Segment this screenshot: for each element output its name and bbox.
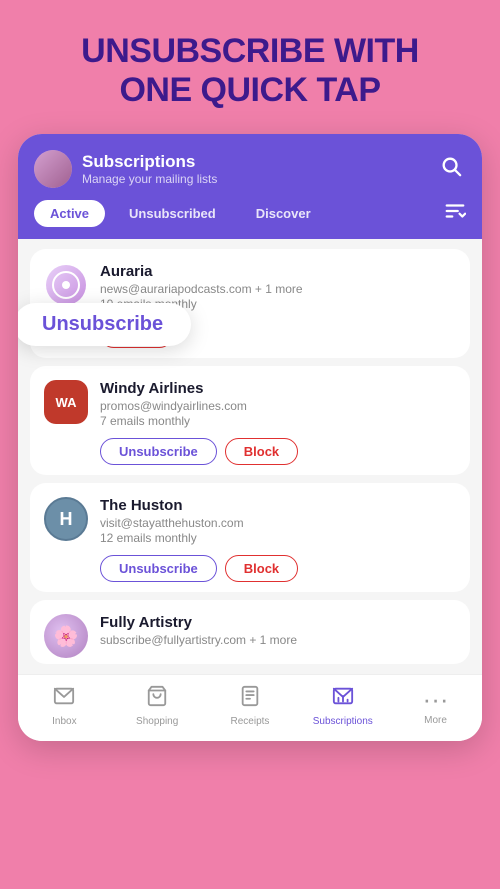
huston-name: The Huston xyxy=(100,497,244,514)
tab-discover[interactable]: Discover xyxy=(240,200,327,227)
artistry-email: subscribe@fullyartistry.com + 1 more xyxy=(100,633,297,647)
subscriptions-list: Auraria news@aurariapodcasts.com + 1 mor… xyxy=(18,239,482,674)
sort-icon[interactable] xyxy=(444,200,466,227)
app-card: Subscriptions Manage your mailing lists … xyxy=(18,134,482,741)
nav-shopping[interactable]: Shopping xyxy=(127,685,187,727)
nav-inbox[interactable]: Inbox xyxy=(34,685,94,727)
huston-block-button[interactable]: Block xyxy=(225,555,298,582)
windy-email: promos@windyairlines.com xyxy=(100,399,247,413)
artistry-logo: 🌸 xyxy=(44,614,88,658)
huston-logo: H xyxy=(44,497,88,541)
header-subtitle: Manage your mailing lists xyxy=(82,172,217,186)
inbox-icon xyxy=(53,685,75,713)
sub-card-windy: WA Windy Airlines promos@windyairlines.c… xyxy=(30,366,470,475)
app-header: Subscriptions Manage your mailing lists … xyxy=(18,134,482,239)
floating-unsubscribe[interactable]: Unsubscribe xyxy=(18,303,191,346)
bottom-nav: Inbox Shopping Receipts xyxy=(18,674,482,741)
tab-active[interactable]: Active xyxy=(34,200,105,227)
more-icon: ··· xyxy=(423,686,449,712)
sub-card-auraria: Auraria news@aurariapodcasts.com + 1 mor… xyxy=(30,249,470,358)
windy-name: Windy Airlines xyxy=(100,380,247,397)
header-title: Subscriptions xyxy=(82,152,217,172)
windy-unsub-button[interactable]: Unsubscribe xyxy=(100,438,217,465)
nav-more[interactable]: ··· More xyxy=(406,686,466,726)
sub-card-artistry: 🌸 Fully Artistry subscribe@fullyartistry… xyxy=(30,600,470,664)
nav-receipts-label: Receipts xyxy=(231,716,270,727)
huston-unsub-button[interactable]: Unsubscribe xyxy=(100,555,217,582)
auraria-logo xyxy=(44,263,88,307)
artistry-name: Fully Artistry xyxy=(100,614,297,631)
windy-freq: 7 emails monthly xyxy=(100,414,247,428)
nav-shopping-label: Shopping xyxy=(136,716,178,727)
nav-subscriptions-label: Subscriptions xyxy=(313,716,373,727)
huston-email: visit@stayatthehuston.com xyxy=(100,516,244,530)
nav-more-label: More xyxy=(424,715,447,726)
hero-title: UNSUBSCRIBE WITH ONE QUICK TAP xyxy=(0,0,500,134)
nav-receipts[interactable]: Receipts xyxy=(220,685,280,727)
tab-unsubscribed[interactable]: Unsubscribed xyxy=(113,200,232,227)
auraria-email: news@aurariapodcasts.com + 1 more xyxy=(100,282,303,296)
nav-inbox-label: Inbox xyxy=(52,716,76,727)
windy-logo: WA xyxy=(44,380,88,424)
avatar xyxy=(34,150,72,188)
subscriptions-icon xyxy=(332,685,354,713)
receipts-icon xyxy=(239,685,261,713)
shopping-icon xyxy=(146,685,168,713)
windy-block-button[interactable]: Block xyxy=(225,438,298,465)
auraria-name: Auraria xyxy=(100,263,303,280)
sub-card-huston: H The Huston visit@stayatthehuston.com 1… xyxy=(30,483,470,592)
nav-subscriptions[interactable]: Subscriptions xyxy=(313,685,373,727)
search-icon[interactable] xyxy=(436,151,466,187)
huston-freq: 12 emails monthly xyxy=(100,531,244,545)
